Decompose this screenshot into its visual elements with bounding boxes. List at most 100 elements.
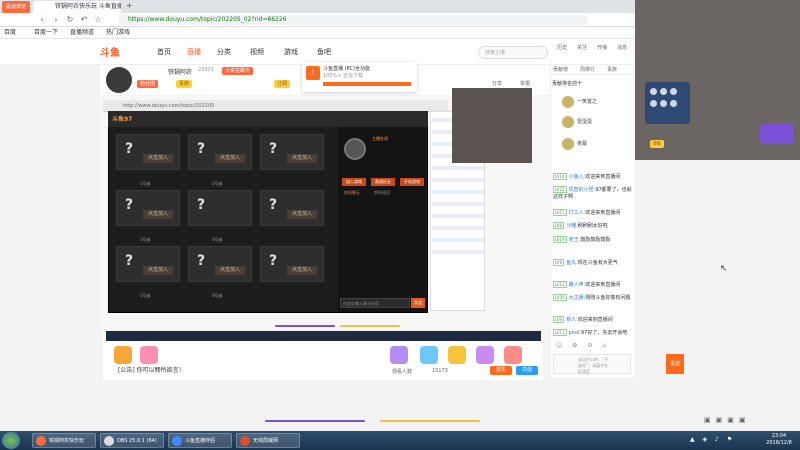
chat-nick[interactable]: 小鱼儿: [569,174,586,180]
game-send-button[interactable]: 发送 [411,298,425,308]
send-gift-button[interactable]: 送礼 [490,366,512,375]
gift-icon[interactable] [420,346,438,364]
join-slot-button[interactable]: 点击加入 [215,154,245,163]
chat-nick[interactable]: 老王: [569,237,581,243]
slot-label: 1号桌 [140,181,151,186]
reload-icon[interactable]: ↻ [64,13,76,27]
game-tab-chat[interactable]: 房间聊天 [344,190,360,196]
rank-row[interactable]: 雷蛋蛋 [552,115,632,129]
forward-icon[interactable]: › [50,13,62,27]
taskbar-item[interactable]: 无线局域网 [236,433,300,448]
viewer-count: 23931 [198,67,214,73]
address-bar[interactable]: https://www.douyu.com/topic/202205_02?ri… [118,15,588,25]
chat-input[interactable]: 说点什么吧，“不友好”，请遵守社区规范 [553,354,631,374]
game-chat-input[interactable]: 在此处输入聊天内容 [340,298,410,308]
host-name[interactable]: 铁锅阿农 [168,67,192,76]
start-game-button[interactable]: 开始游戏 [400,178,424,186]
undo-icon[interactable]: ↶ [78,13,90,27]
start-button[interactable] [2,432,20,449]
rank-row[interactable]: 一笑置之 [552,95,632,109]
host-avatar[interactable] [106,67,132,93]
join-slot-button[interactable]: 点击加入 [143,266,173,275]
join-slot-button[interactable]: 点击加入 [287,210,317,219]
game-slot[interactable]: ? 点击加入 [188,134,252,170]
nav-category[interactable]: 分类 [217,47,231,57]
system-tray[interactable]: ▲ ◈ ♪ ⚑ [690,436,735,443]
nav-yuba[interactable]: 鱼吧 [317,47,331,57]
browser-app-badge[interactable]: 极速浏览 [2,1,30,13]
chat-message: LV15 打工人:欢迎来到直播间 [553,209,633,217]
taskbar-item[interactable]: 铁锅阿农快乐玩 [32,433,96,448]
nav-live[interactable]: 直播 [187,47,201,57]
chat-nick[interactable]: 新人: [566,317,578,323]
chat-message: LV9 新人:欢迎来到直播间 [553,316,633,324]
star-icon[interactable]: ☆ [92,13,104,27]
clock[interactable]: 23:04 2018/12/8 [760,433,798,447]
chat-nick[interactable]: 大主播: [569,295,586,301]
gift-icon[interactable] [390,346,408,364]
taskbar-item[interactable]: OBS 25.0.1 (64) [100,433,164,448]
subscribe-button[interactable]: 订阅 [274,80,291,88]
join-game-button[interactable]: 加入游戏 [342,178,366,186]
douyu-logo[interactable]: 斗鱼 [100,44,140,60]
question-icon: ? [125,253,134,269]
game-slot[interactable]: ? 点击加入 [260,190,324,226]
slot-label: 3号桌 [140,237,151,242]
chat-nick[interactable]: 路人甲: [569,282,586,288]
new-tab-button[interactable]: + [126,1,133,10]
search-input[interactable]: 搜索主播 [478,46,548,59]
nav-home[interactable]: 首页 [157,47,171,57]
invite-button[interactable]: 邀请好友 [371,178,395,186]
taskbar-item[interactable]: 斗鱼直播伴侣 [168,433,232,448]
gift-icon[interactable] [114,346,132,364]
game-slot[interactable]: ? 点击加入 [260,246,324,282]
gift-icon[interactable] [504,346,522,364]
chat-nick[interactable]: 机智的小怪: [569,187,596,193]
join-slot-button[interactable]: 点击加入 [287,154,317,163]
rank-row[interactable]: 夜幕 [552,137,632,151]
tab-weekly[interactable]: 周排行 [580,66,595,73]
game-tab-members[interactable]: 房间成员 [374,190,390,196]
game-slot[interactable]: ? [188,190,252,226]
chat-nick[interactable]: 打工人: [569,210,586,216]
nav-game[interactable]: 游戏 [284,47,298,57]
join-slot-button[interactable]: 点击加入 [215,266,245,275]
gift-icon[interactable] [476,346,494,364]
message-icon[interactable]: 消息 [614,44,630,51]
back-icon[interactable]: ‹ [36,13,48,27]
game-slot[interactable]: ? 点击加入 [116,134,180,170]
overlay-line [432,226,484,230]
join-slot-button[interactable]: 点击加入 [287,266,317,275]
history-icon[interactable]: 历史 [554,44,570,51]
browser-tab-active[interactable]: 铁锅阿农快乐玩 斗鱼直播 [33,1,121,13]
nav-video[interactable]: 视频 [250,47,264,57]
share-button[interactable]: 分享 [492,80,502,87]
room-card[interactable]: 粉丝团 [137,80,159,88]
controller-button [650,88,657,95]
chat-nick[interactable]: pool: [569,330,581,336]
chat-nick[interactable]: 鱼丸: [566,260,578,266]
gift-icon[interactable] [140,346,158,364]
bookmark-item[interactable]: 直播频道 [70,27,94,39]
game-slot[interactable]: ? 点击加入 [116,190,180,226]
room-card[interactable]: 贵族 [176,80,193,88]
tab-contribution[interactable]: 贡献榜 [553,66,568,73]
chat-send-button[interactable]: 发送 [666,354,684,374]
tab-noble[interactable]: 贵族 [607,66,617,73]
bookmark-item[interactable]: 百度一下 [34,27,58,39]
game-slot[interactable]: ? 点击加入 [188,246,252,282]
game-slot[interactable]: ? 点击加入 [116,246,180,282]
report-button[interactable]: 举报 [520,80,530,87]
chat-nick[interactable]: 沙雕: [566,223,578,229]
controller-button [650,100,657,107]
gift-icon[interactable] [448,346,466,364]
bookmark-item[interactable]: 热门游戏 [106,27,130,39]
join-slot-button[interactable]: 点击加入 [143,154,173,163]
chat-toolbar-icons[interactable]: ☺ ✿ ⚙ ⌂ [556,342,610,349]
join-slot-button[interactable]: 点击加入 [143,210,173,219]
bookmark-item[interactable]: 百度 [4,27,16,39]
broadcast-icon[interactable]: 开播 [594,44,610,51]
follow-icon[interactable]: 关注 [574,44,590,51]
recharge-button[interactable]: 充值 [516,366,538,375]
game-slot[interactable]: ? 点击加入 [260,134,324,170]
